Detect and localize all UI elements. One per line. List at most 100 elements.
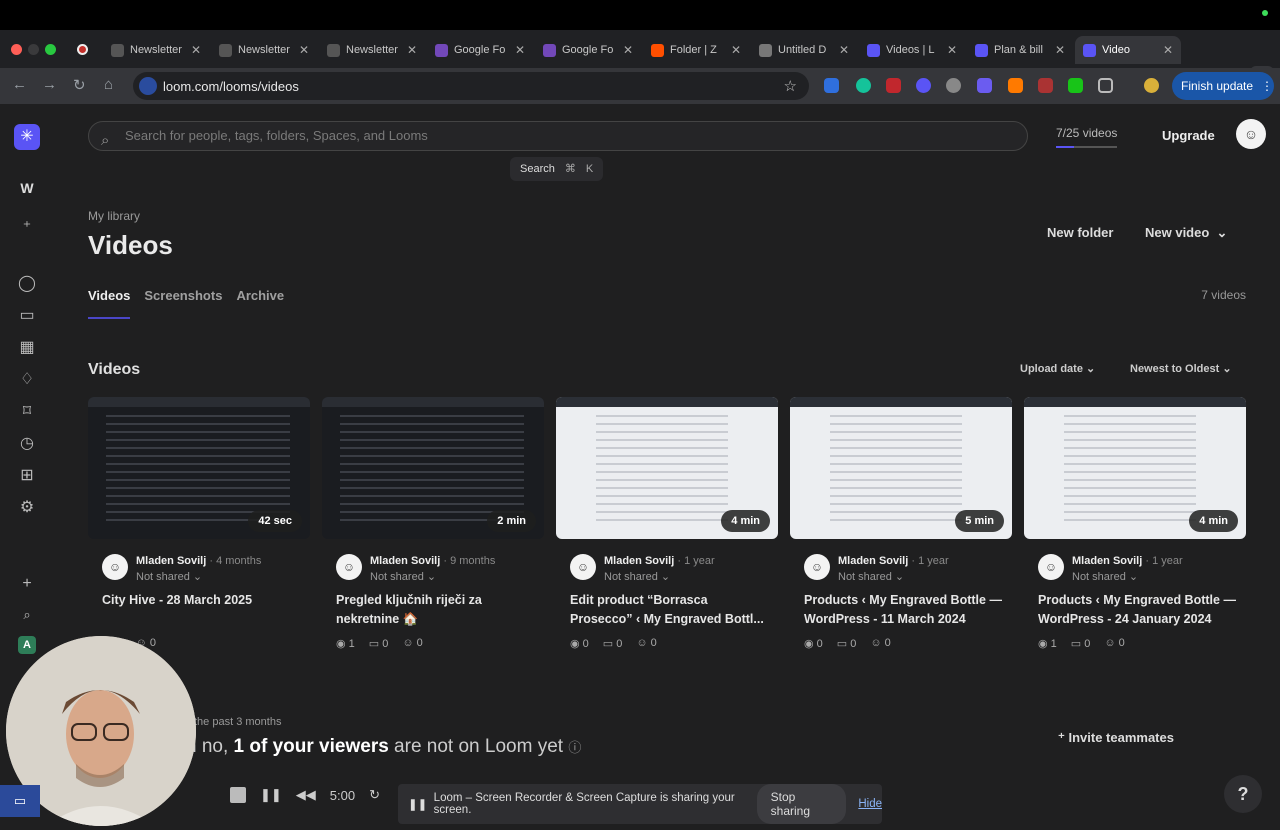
camera-icon[interactable]: ▭ (0, 785, 40, 817)
close-tab-icon[interactable]: ✕ (515, 43, 525, 57)
close-tab-icon[interactable]: ✕ (407, 43, 417, 57)
workspace-badge[interactable]: W (16, 177, 38, 199)
new-folder-button[interactable]: New folder (1047, 225, 1113, 240)
video-title[interactable]: Products ‹ My Engraved Bottle — WordPres… (1038, 591, 1238, 629)
share-status-dropdown[interactable]: Not shared ⌄ (838, 570, 904, 583)
close-tab-icon[interactable]: ✕ (299, 43, 309, 57)
grammarly-extension-icon[interactable] (856, 78, 871, 93)
sort-order-dropdown[interactable]: Newest to Oldest ⌄ (1130, 362, 1232, 375)
bookmark-star-icon[interactable]: ☆ (784, 77, 797, 95)
close-tab-icon[interactable]: ✕ (623, 43, 633, 57)
video-title[interactable]: Products ‹ My Engraved Bottle — WordPres… (804, 591, 1004, 629)
share-status-dropdown[interactable]: Not shared ⌄ (136, 570, 202, 583)
video-thumbnail[interactable]: 2 min (322, 397, 544, 539)
new-video-button[interactable]: New video ⌄ (1145, 225, 1227, 241)
upgrade-button[interactable]: Upgrade (1162, 128, 1215, 143)
thumbnail-row (340, 487, 524, 489)
extensions-puzzle-icon[interactable] (1098, 78, 1113, 93)
video-thumbnail[interactable]: 4 min (1024, 397, 1246, 539)
spy-extension-icon[interactable] (946, 78, 961, 93)
browser-tab[interactable]: Newsletter ✕ (319, 36, 425, 64)
calendar-icon[interactable]: ▦ (16, 337, 38, 359)
translate-extension-icon[interactable] (824, 78, 839, 93)
red-extension-icon[interactable] (1038, 78, 1053, 93)
gift-icon[interactable]: ⊞ (16, 465, 38, 487)
url-field[interactable]: loom.com/looms/videos ☆ (133, 72, 809, 100)
tab-videos[interactable]: Videos (88, 288, 131, 319)
browser-tab[interactable]: Google Fo ✕ (535, 36, 641, 64)
loom-extension-icon[interactable] (977, 78, 992, 93)
browser-tab[interactable]: Google Fo ✕ (427, 36, 533, 64)
close-tab-icon[interactable]: ✕ (1163, 43, 1173, 57)
browser-tab[interactable]: Folder | Z ✕ (643, 36, 749, 64)
stop-recording-button[interactable] (230, 787, 246, 803)
video-card[interactable]: 4 min ☺ Mladen Sovilj · 1 year Not shared ⌄… (556, 397, 778, 657)
share-status-dropdown[interactable]: Not shared ⌄ (604, 570, 670, 583)
video-quota[interactable]: 7/25 videos (1056, 126, 1118, 148)
extension-icon[interactable] (916, 78, 931, 93)
chevron-down-icon: ⌄ (894, 571, 905, 583)
close-tab-icon[interactable]: ✕ (1055, 43, 1065, 57)
notifications-icon[interactable]: ♢ (16, 369, 38, 391)
video-thumbnail[interactable]: 5 min (790, 397, 1012, 539)
close-tab-icon[interactable]: ✕ (191, 43, 201, 57)
add-user-icon[interactable]: ⁺ (16, 217, 38, 239)
site-info-icon[interactable] (139, 77, 157, 95)
video-title[interactable]: Edit product “Borrasca Prosecco” ‹ My En… (570, 591, 770, 629)
history-icon[interactable]: ◷ (16, 433, 38, 455)
orange-extension-icon[interactable] (1008, 78, 1023, 93)
home-icon[interactable]: ⌂ (104, 76, 113, 93)
browser-tab[interactable]: Video ✕ (1075, 36, 1181, 64)
profile-icon[interactable] (1144, 78, 1159, 93)
invite-teammates-button[interactable]: ⁺ Invite teammates (1058, 730, 1174, 746)
user-avatar[interactable]: ☺ (1236, 119, 1266, 149)
loom-logo-icon[interactable]: ✳ (14, 124, 40, 150)
video-title[interactable]: City Hive - 28 March 2025 (102, 591, 302, 610)
search-input[interactable]: ⌕ Search for people, tags, folders, Spac… (88, 121, 1028, 151)
video-card[interactable]: 4 min ☺ Mladen Sovilj · 1 year Not shared ⌄… (1024, 397, 1246, 657)
help-button[interactable]: ? (1224, 775, 1262, 813)
bookmark-icon[interactable]: ⌑ (16, 401, 38, 423)
minimize-window-button[interactable] (28, 44, 39, 55)
close-tab-icon[interactable]: ✕ (731, 43, 741, 57)
sort-by-dropdown[interactable]: Upload date ⌄ (1020, 362, 1095, 375)
library-icon[interactable]: ▭ (16, 305, 38, 327)
adblock-extension-icon[interactable] (886, 78, 901, 93)
video-title[interactable]: Pregled ključnih riječi za nekretnine 🏠 (336, 591, 536, 629)
pause-icon[interactable]: ❚❚ (260, 787, 282, 803)
browser-tab[interactable]: Videos | L ✕ (859, 36, 965, 64)
reload-icon[interactable]: ↻ (73, 76, 86, 94)
browser-tab[interactable]: Newsletter ✕ (103, 36, 209, 64)
browser-tab[interactable]: Newsletter ✕ (211, 36, 317, 64)
maximize-window-button[interactable] (45, 44, 56, 55)
user-icon[interactable]: ◯ (16, 273, 38, 295)
tab-screenshots[interactable]: Screenshots (144, 288, 222, 319)
close-window-button[interactable] (11, 44, 22, 55)
share-status-dropdown[interactable]: Not shared ⌄ (1072, 570, 1138, 583)
rewind-icon[interactable]: ◀◀ (296, 787, 316, 803)
hide-button[interactable]: Hide (858, 798, 882, 810)
browser-tab[interactable]: Untitled D ✕ (751, 36, 857, 64)
settings-gear-icon[interactable]: ⚙ (16, 497, 38, 519)
video-card[interactable]: 42 sec ☺ Mladen Sovilj · 4 months Not share… (88, 397, 310, 657)
finish-update-button[interactable]: Finish update ⋮ (1172, 72, 1274, 100)
tab-archive[interactable]: Archive (236, 288, 284, 319)
green-extension-icon[interactable] (1068, 78, 1083, 93)
video-card[interactable]: 5 min ☺ Mladen Sovilj · 1 year Not shared ⌄… (790, 397, 1012, 657)
add-icon[interactable]: + (16, 573, 38, 595)
video-thumbnail[interactable]: 42 sec (88, 397, 310, 539)
restart-icon[interactable]: ↻ (369, 787, 380, 803)
video-card[interactable]: 2 min ☺ Mladen Sovilj · 9 months Not shared… (322, 397, 544, 657)
close-tab-icon[interactable]: ✕ (947, 43, 957, 57)
close-tab-icon[interactable]: ✕ (839, 43, 849, 57)
browser-tab[interactable]: Plan & bill ✕ (967, 36, 1073, 64)
share-status-dropdown[interactable]: Not shared ⌄ (370, 570, 436, 583)
video-thumbnail[interactable]: 4 min (556, 397, 778, 539)
stop-sharing-button[interactable]: Stop sharing (756, 784, 847, 824)
search-icon[interactable]: ⌕ (16, 604, 38, 626)
account-badge[interactable]: A (18, 636, 36, 654)
forward-icon[interactable]: → (42, 76, 57, 93)
info-icon[interactable]: ⓘ (568, 740, 581, 755)
breadcrumb[interactable]: My library (88, 209, 140, 223)
back-icon[interactable]: ← (12, 76, 27, 93)
